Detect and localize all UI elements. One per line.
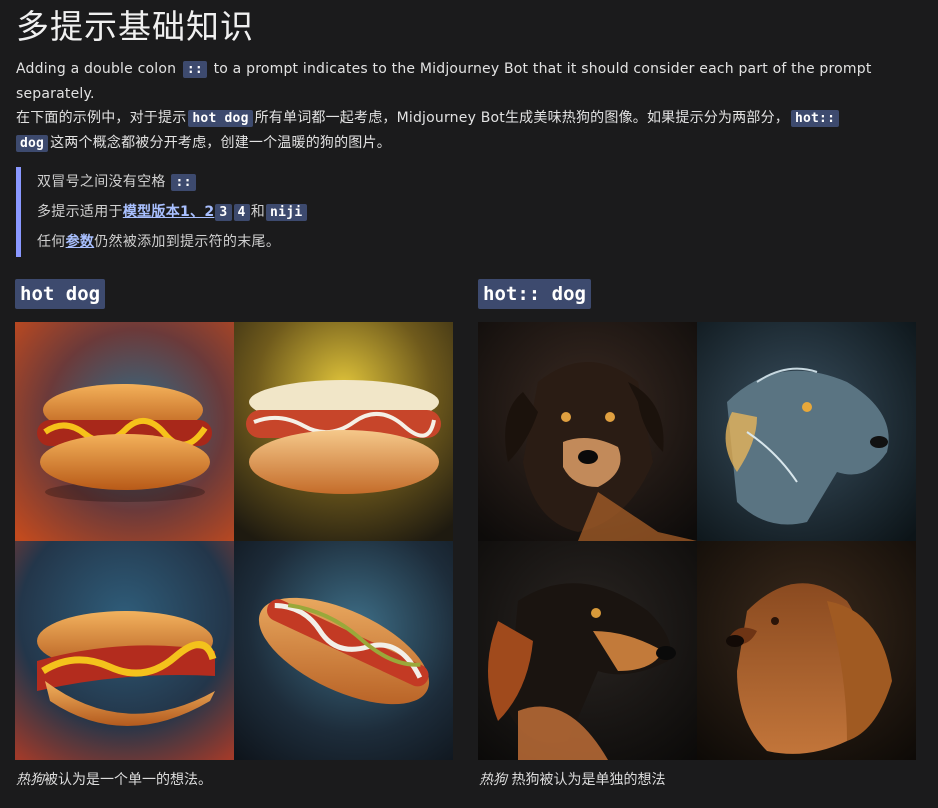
dog-caption: 热狗 热狗被认为是单独的想法 — [479, 770, 665, 790]
inline-code: dog — [16, 135, 49, 152]
intro-text-segment: 所有单词都一起考虑，Midjourney Bot生成美味热狗的图像。如果提示分为… — [254, 110, 789, 126]
dog-image-2[interactable] — [697, 322, 916, 541]
hot-colon-dog-label: hot:: dog — [478, 279, 591, 309]
model-versions-link[interactable]: 模型版本1、2 — [123, 204, 215, 220]
caption-text: 热狗被认为是单独的想法 — [507, 772, 666, 788]
callout-item: 双冒号之间没有空格 :: — [37, 167, 896, 197]
hot-dog-image-art — [234, 322, 453, 541]
intro-text-segment: 在下面的示例中，对于提示 — [16, 110, 187, 126]
dog-image-grid — [478, 322, 916, 760]
callout-text: 任何 — [37, 234, 66, 250]
hot-dog-image-art — [15, 541, 234, 760]
inline-code: niji — [266, 204, 307, 221]
dog-image-art — [697, 322, 916, 541]
dog-image-1[interactable] — [478, 322, 697, 541]
callout-text: 仍然被添加到提示符的末尾。 — [94, 234, 281, 250]
intro-paragraph-zh: 在下面的示例中，对于提示 hot dog 所有单词都一起考虑，Midjourney … — [16, 106, 916, 156]
hot-dog-image-1[interactable] — [15, 322, 234, 541]
inline-code: hot:: — [790, 110, 840, 127]
hot-dog-image-art — [15, 322, 234, 541]
inline-code: 4 — [233, 204, 250, 221]
callout-item: 多提示适用于模型版本1、2 3 4 和 niji — [37, 197, 896, 227]
dog-image-3[interactable] — [478, 541, 697, 760]
inline-code: :: — [182, 61, 207, 78]
hot-dog-caption: 热狗被认为是一个单一的想法。 — [16, 770, 212, 790]
dog-image-4[interactable] — [697, 541, 916, 760]
inline-code: :: — [171, 174, 196, 191]
dog-image-art — [478, 322, 697, 541]
intro-text-segment: 这两个概念都被分开考虑，创建一个温暖的狗的图片。 — [50, 135, 391, 151]
parameters-link[interactable]: 参数 — [66, 234, 95, 250]
hot-dog-image-3[interactable] — [15, 541, 234, 760]
hot-dog-image-grid — [15, 322, 453, 760]
intro-text: Adding a double colon :: to a prompt ind… — [16, 57, 916, 156]
callout-text: 双冒号之间没有空格 — [37, 174, 166, 190]
dog-image-art — [697, 541, 916, 760]
dog-image-art — [478, 541, 697, 760]
page: 多提示基础知识 Adding a double colon :: to a pr… — [0, 0, 938, 808]
inline-code: hot dog — [188, 110, 253, 127]
hot-dog-label: hot dog — [15, 279, 106, 309]
caption-emphasis: 热狗 — [479, 772, 507, 788]
intro-text-segment: Adding a double colon — [16, 61, 177, 77]
caption-emphasis: 热狗 — [16, 772, 44, 788]
callout-box: 双冒号之间没有空格 :: 多提示适用于模型版本1、2 3 4 和 niji 任何参数仍然… — [16, 167, 896, 257]
page-title: 多提示基础知识 — [16, 7, 254, 46]
caption-text: 被认为是一个单一的想法。 — [44, 772, 212, 788]
hot-dog-image-4[interactable] — [234, 541, 453, 760]
callout-item: 任何参数仍然被添加到提示符的末尾。 — [37, 227, 896, 257]
hot-dog-image-2[interactable] — [234, 322, 453, 541]
inline-code: 3 — [215, 204, 232, 221]
callout-text: 多提示适用于 — [37, 204, 123, 220]
callout-text: 和 — [250, 204, 265, 220]
intro-paragraph-en: Adding a double colon :: to a prompt ind… — [16, 57, 916, 106]
hot-dog-image-art — [234, 541, 453, 760]
